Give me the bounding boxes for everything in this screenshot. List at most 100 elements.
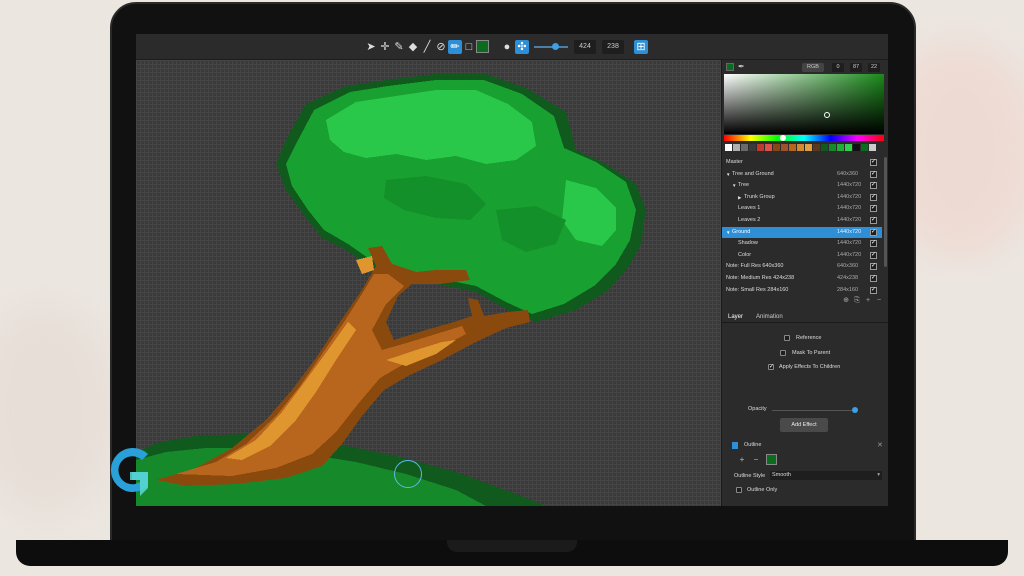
tab-layer[interactable]: Layer [728, 314, 743, 320]
palette-swatch[interactable] [789, 144, 796, 151]
outline-only-checkbox[interactable] [736, 487, 742, 493]
green-value-field[interactable]: 87 [850, 63, 862, 72]
outline-style-label: Outline Style [734, 473, 766, 479]
canvas-width-field[interactable]: 424 [574, 40, 596, 54]
mask-to-parent-checkbox[interactable] [780, 350, 786, 356]
layer-resolution: 424x238 [837, 275, 859, 281]
remove-color-button[interactable]: − [752, 456, 760, 464]
layer-row[interactable]: Color 1440x720 ✓ [722, 250, 882, 262]
layer-visibility-checkbox[interactable]: ✓ [870, 170, 877, 178]
outline-color-swatch[interactable] [766, 454, 777, 465]
layer-row[interactable]: ▼ Tree and Ground 640x360 ✓ [722, 169, 882, 181]
chevron-down-icon: ▾ [877, 472, 880, 478]
layer-row[interactable]: Master ✓ [722, 157, 882, 169]
layer-visibility-checkbox[interactable]: ✓ [870, 251, 877, 259]
palette-swatch[interactable] [805, 144, 812, 151]
effect-name: Outline [744, 442, 762, 448]
palette-swatch[interactable] [781, 144, 788, 151]
layer-visibility-checkbox[interactable]: ✓ [870, 286, 877, 294]
copy-layer-icon[interactable]: ⎘ [853, 297, 861, 305]
palette-swatch[interactable] [797, 144, 804, 151]
layer-row[interactable]: Leaves 1 1440x720 ✓ [722, 203, 882, 215]
palette-swatch[interactable] [741, 144, 748, 151]
layer-row[interactable]: Note: Medium Res 424x238 424x238 ✓ [722, 273, 882, 285]
layer-visibility-checkbox[interactable]: ✓ [870, 263, 877, 271]
palette-swatch[interactable] [861, 144, 868, 151]
layer-visibility-checkbox[interactable]: ✓ [870, 275, 877, 282]
palette-swatch[interactable] [757, 144, 764, 151]
layer-row[interactable]: ▶ Trunk Group 1440x720 ✓ [722, 192, 882, 204]
palette-swatch[interactable] [765, 144, 772, 151]
rectangle-select-icon[interactable]: □ [462, 40, 476, 54]
layer-row[interactable]: ▼ Tree 1440x720 ✓ [722, 180, 882, 192]
palette-swatch[interactable] [837, 144, 844, 151]
layer-row[interactable]: ▼ Ground 1440x720 ✓ [722, 226, 882, 239]
saturation-value-handle[interactable] [824, 112, 830, 118]
hue-slider-handle[interactable] [780, 135, 786, 141]
palette-swatch[interactable] [813, 144, 820, 151]
pencil-icon[interactable]: ✏ [448, 40, 462, 54]
duplicate-layer-icon[interactable]: ⊕ [842, 297, 850, 305]
cursor-icon[interactable]: ➤ [364, 40, 378, 54]
hue-slider[interactable] [724, 135, 884, 141]
opacity-slider-track[interactable] [772, 410, 852, 411]
palette-swatch[interactable] [829, 144, 836, 151]
palette-swatch[interactable] [733, 144, 740, 151]
tab-animation[interactable]: Animation [756, 314, 783, 320]
palette-swatch[interactable] [773, 144, 780, 151]
apply-effects-checkbox[interactable]: ✓ [768, 364, 774, 370]
brush-size-slider-knob[interactable] [552, 43, 559, 50]
layer-row[interactable]: Note: Small Res 284x160 284x160 ✓ [722, 285, 882, 297]
layer-visibility-checkbox[interactable]: ✓ [870, 217, 877, 224]
red-value-field[interactable]: 0 [832, 63, 844, 72]
add-layer-icon[interactable]: + [864, 297, 872, 305]
grid-toggle-icon[interactable]: ⊞ [634, 40, 648, 54]
delete-layer-icon[interactable]: − [875, 297, 883, 305]
palette-swatch[interactable] [821, 144, 828, 151]
eyedropper-icon[interactable]: ✒ [738, 62, 748, 72]
chevron-down-icon[interactable]: ▼ [732, 180, 736, 192]
layer-visibility-checkbox[interactable]: ✓ [870, 193, 877, 201]
layers-scrollbar[interactable] [884, 157, 887, 267]
primary-color-swatch[interactable] [476, 40, 489, 53]
layer-resolution: 1440x720 [837, 217, 862, 223]
reference-checkbox[interactable] [784, 335, 790, 341]
outline-style-select[interactable]: Smooth ▾ [770, 471, 882, 480]
add-effect-button[interactable]: Add Effect [780, 418, 828, 432]
pixel-mode-icon[interactable]: ✣ [515, 40, 529, 54]
palette-swatch[interactable] [853, 144, 860, 151]
close-icon[interactable]: ✕ [877, 441, 883, 449]
eraser-icon[interactable]: ◆ [406, 40, 420, 54]
eyedropper-icon[interactable]: ╱ [420, 40, 434, 54]
saturation-value-picker[interactable] [724, 74, 884, 134]
current-color-swatch[interactable] [726, 63, 734, 71]
palette-swatch[interactable] [725, 144, 732, 151]
no-fill-icon[interactable]: ⊘ [434, 40, 448, 54]
palette-swatch[interactable] [845, 144, 852, 151]
layer-visibility-checkbox[interactable]: ✓ [870, 205, 877, 213]
add-color-button[interactable]: + [738, 456, 746, 464]
effect-toggle-icon[interactable] [732, 442, 738, 449]
brush-icon[interactable]: ✎ [392, 40, 406, 54]
drawing-canvas[interactable] [136, 60, 721, 506]
layer-row[interactable]: Shadow 1440x720 ✓ [722, 238, 882, 250]
palette-swatch[interactable] [869, 144, 876, 151]
move-icon[interactable]: ✛ [378, 40, 392, 54]
layer-row[interactable]: Note: Full Res 640x360 640x360 ✓ [722, 261, 882, 273]
opacity-slider-knob[interactable] [852, 407, 858, 413]
palette-swatch[interactable] [749, 144, 756, 151]
layer-visibility-checkbox[interactable]: ✓ [870, 228, 877, 236]
brush-shape-icon[interactable]: ● [500, 40, 514, 54]
layer-visibility-checkbox[interactable]: ✓ [870, 240, 877, 248]
brush-size-slider-track[interactable] [534, 46, 568, 48]
layer-name: Tree [738, 182, 750, 189]
chevron-down-icon[interactable]: ▼ [726, 169, 730, 181]
blue-value-field[interactable]: 22 [868, 63, 880, 72]
canvas-height-field[interactable]: 238 [602, 40, 624, 54]
chevron-right-icon[interactable]: ▶ [738, 192, 741, 204]
layer-visibility-checkbox[interactable]: ✓ [870, 159, 877, 166]
chevron-down-icon[interactable]: ▼ [726, 227, 730, 239]
layer-visibility-checkbox[interactable]: ✓ [870, 182, 877, 190]
color-mode-button[interactable]: RGB [802, 63, 824, 72]
layer-row[interactable]: Leaves 2 1440x720 ✓ [722, 215, 882, 227]
